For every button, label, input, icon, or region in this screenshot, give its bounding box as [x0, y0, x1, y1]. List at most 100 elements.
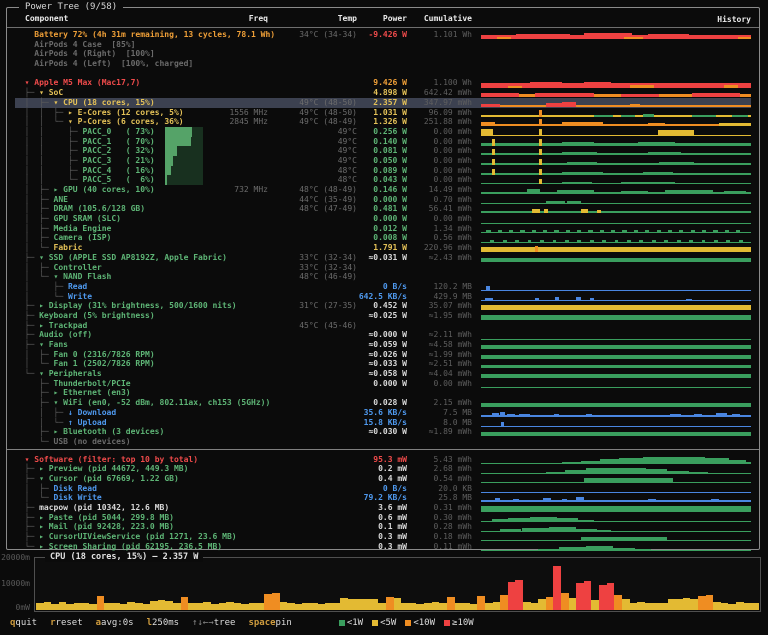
- tree-row[interactable]: │ ├─ Read0 B/s120.2 MB: [15, 282, 751, 292]
- tree-row[interactable]: │ └─ Write642.5 KB/s429.9 MB: [15, 292, 751, 302]
- tree-row[interactable]: │ │ ├─ PACC_1 ( 70%)49°C0.140 W0.00 mWh: [15, 137, 751, 147]
- tree-row[interactable]: └─ ▸ Screen Sharing (pid 62195, 236.5 MB…: [15, 542, 751, 552]
- power-history-bar: [508, 582, 516, 610]
- tree-row[interactable]: │ ├─ ▾ CPU (18 cores, 15%)49°C (48-50)2.…: [15, 98, 751, 108]
- tree-row[interactable]: ├─ ▾ Fans≈0.059 W≈4.58 mWh: [15, 340, 751, 350]
- component-cell: │ │ ├─ PACC_4 ( 16%): [15, 166, 203, 176]
- power-history-bar: [744, 603, 752, 610]
- tree-row[interactable]: │ │ └─ ▾ P-Cores (6 cores, 36%)2845 MHz4…: [15, 117, 751, 127]
- tree-row[interactable]: │ ├─ DRAM (105.6/128 GB)48°C (47-49)0.48…: [15, 204, 751, 214]
- tree-row[interactable]: ├─ ▸ Mail (pid 92428, 223.0 MB)0.1 mW0.2…: [15, 522, 751, 532]
- tree-row[interactable]: │ │ ├─ PACC_0 ( 73%)49°C0.256 W0.00 mWh: [15, 127, 751, 137]
- tree-row[interactable]: │ ├─ ANE44°C (35-49)0.000 W0.70 mWh: [15, 195, 751, 205]
- tree-row[interactable]: ▾ Software (filter: top 10 by total)95.3…: [15, 455, 751, 465]
- tree-row[interactable]: │ ├─ Disk Read0 B/s20.0 KB: [15, 484, 751, 494]
- tree-row[interactable]: ├─ Keyboard (5% brightness)≈0.025 W≈1.95…: [15, 311, 751, 321]
- tree-row[interactable]: │ ├─ Controller33°C (32-34): [15, 263, 751, 273]
- tree-row[interactable]: ├─ ▾ SoC4.898 W642.42 mWh: [15, 88, 751, 98]
- collapse-icon[interactable]: ▾: [25, 455, 35, 464]
- expand-icon[interactable]: ▸: [54, 185, 64, 194]
- tree-row[interactable]: │ │ ├─ ▸ E-Cores (12 cores, 5%)1556 MHz4…: [15, 108, 751, 118]
- expand-icon[interactable]: ▸: [39, 532, 49, 541]
- tree-row[interactable]: ├─ ▾ SSD (APPLE SSD AP8192Z, Apple Fabri…: [15, 253, 751, 263]
- tree-lines: ├─: [15, 427, 54, 436]
- expand-icon[interactable]: ▸: [39, 542, 49, 551]
- tree-row[interactable]: ├─ ▸ Bluetooth (3 devices)≈0.030 W≈1.89 …: [15, 427, 751, 437]
- tree-lines: ├─: [15, 253, 39, 262]
- expand-icon[interactable]: ▸: [39, 321, 49, 330]
- collapse-icon[interactable]: ▾: [39, 88, 49, 97]
- tree-lines: │ │ ├─: [15, 146, 82, 155]
- tree-row[interactable]: │ ├─ Media Engine0.012 W1.34 mWh: [15, 224, 751, 234]
- tree-row[interactable]: │ ├─ ▸ GPU (40 cores, 10%)732 MHz48°C (4…: [15, 185, 751, 195]
- tree-row[interactable]: ├─ ▸ CursorUIViewService (pid 1271, 23.6…: [15, 532, 751, 542]
- tree-row[interactable]: │ ├─ ↓ Download35.6 KB/s7.5 MB: [15, 408, 751, 418]
- tree-row[interactable]: AirPods 4 (Left) [100%, charged]: [15, 59, 751, 69]
- tree-row[interactable]: ├─ macpow (pid 10342, 12.6 MB)3.6 mW0.31…: [15, 503, 751, 513]
- tree-row[interactable]: │ └─ Fan 1 (2502/7826 RPM)≈0.033 W≈2.51 …: [15, 359, 751, 369]
- tree-lines: │ └─: [15, 243, 54, 252]
- legend-label: <5W: [380, 617, 396, 629]
- expand-icon[interactable]: ▸: [68, 108, 78, 117]
- collapse-icon[interactable]: ▾: [39, 369, 49, 378]
- tree-row[interactable]: ├─ ▸ Display (31% brightness, 500/1600 n…: [15, 301, 751, 311]
- power-history-bar: [150, 601, 158, 610]
- expand-icon[interactable]: ▸: [54, 427, 64, 436]
- tree-row[interactable]: └─ ▾ Peripherals≈0.058 W≈4.04 mWh: [15, 369, 751, 379]
- collapse-icon[interactable]: ▾: [39, 253, 49, 262]
- expand-icon[interactable]: ▸: [39, 464, 49, 473]
- collapse-icon[interactable]: ▾: [54, 98, 64, 107]
- expand-icon[interactable]: ▸: [39, 522, 49, 531]
- history-sparkline: [481, 389, 751, 398]
- legend-item: <10W: [405, 617, 435, 629]
- collapse-icon[interactable]: ▾: [54, 398, 64, 407]
- tree-row[interactable]: │ └─ ↑ Upload15.8 KB/s8.0 MB: [15, 418, 751, 428]
- expand-icon[interactable]: ▸: [39, 513, 49, 522]
- hotkey: space: [248, 618, 275, 628]
- tree-row[interactable]: ├─ ▸ Trackpad45°C (45-46): [15, 321, 751, 331]
- tree-row[interactable]: │ ├─ Camera (ISP)0.008 W0.56 mWh: [15, 233, 751, 243]
- component-label: Mail (pid 92428, 223.0 MB): [49, 522, 174, 531]
- tree-row[interactable]: ├─ ▸ Preview (pid 44672, 449.3 MB)0.2 mW…: [15, 464, 751, 474]
- tree-row[interactable]: │ │ ├─ PACC_4 ( 16%)48°C0.089 W0.00 mWh: [15, 166, 751, 176]
- tree-row[interactable]: ├─ ▸ Ethernet (en3): [15, 388, 751, 398]
- tree-row[interactable]: │ └─ Fabric1.791 W220.96 mWh: [15, 243, 751, 253]
- tree-row[interactable]: │ ├─ GPU SRAM (SLC)0.000 W0.00 mWh: [15, 214, 751, 224]
- tree-row[interactable]: │ └─ Disk Write79.2 KB/s25.8 MB: [15, 493, 751, 503]
- history-sparkline: [481, 253, 751, 262]
- tree-row[interactable]: ├─ Audio (off)≈0.000 W≈2.11 mWh: [15, 330, 751, 340]
- tree-row[interactable]: │ │ ├─ PACC_3 ( 21%)49°C0.050 W0.00 mWh: [15, 156, 751, 166]
- tree-row[interactable]: └─ USB (no devices): [15, 437, 751, 447]
- tree-row[interactable]: ├─ ▾ Cursor (pid 67669, 1.22 GB)0.4 mW0.…: [15, 474, 751, 484]
- collapse-icon[interactable]: ▾: [39, 474, 49, 483]
- component-cell: ├─ ▾ WiFi (en0, -52 dBm, 802.11ax, ch153…: [15, 398, 270, 408]
- collapse-icon[interactable]: ▾: [39, 340, 49, 349]
- tree-row[interactable]: ├─ ▸ Paste (pid 5044, 299.8 MB)0.6 mW0.3…: [15, 513, 751, 523]
- expand-icon[interactable]: ▸: [54, 388, 64, 397]
- collapse-icon[interactable]: ▾: [54, 272, 64, 281]
- tree-row[interactable]: Battery 72% (4h 31m remaining, 13 cycles…: [15, 30, 751, 40]
- component-label: Camera (ISP): [54, 233, 112, 242]
- collapse-icon[interactable]: ▾: [25, 78, 35, 87]
- history-sparkline: [481, 350, 751, 359]
- tree-row[interactable]: AirPods 4 Case [85%]: [15, 40, 751, 50]
- power-history-bar: [546, 597, 554, 610]
- core-usage-gauge: [165, 166, 203, 176]
- tree-row[interactable]: │ └─ ▾ NAND Flash48°C (46-49): [15, 272, 751, 282]
- tree-row[interactable]: │ │ └─ PACC_5 ( 6%)48°C0.043 W0.00 mWh: [15, 175, 751, 185]
- power-history-bar: [340, 598, 348, 610]
- collapse-icon[interactable]: ▾: [68, 117, 78, 126]
- tree-row[interactable]: ▾ Apple M5 Max (Mac17,7)9.426 W1.100 Wh: [15, 78, 751, 88]
- tree-row[interactable]: AirPods 4 (Right) [100%]: [15, 49, 751, 59]
- tree-lines: ├─: [15, 379, 54, 388]
- tree-row[interactable]: ├─ ▾ WiFi (en0, -52 dBm, 802.11ax, ch153…: [15, 398, 751, 408]
- tree-row[interactable]: │ ├─ Fan 0 (2316/7826 RPM)≈0.026 W≈1.99 …: [15, 350, 751, 360]
- core-usage-gauge: [165, 175, 203, 185]
- component-label: E-Cores (12 cores, 5%): [78, 108, 184, 117]
- power-history-bar: [188, 603, 196, 611]
- tree-row[interactable]: │ │ ├─ PACC_2 ( 32%)49°C0.081 W0.00 mWh: [15, 146, 751, 156]
- cumulative-cell: 251.88 mWh: [392, 117, 472, 127]
- tree-row[interactable]: ├─ Thunderbolt/PCIe0.000 W0.00 mWh: [15, 379, 751, 389]
- hotkey-hint-avg-0s: aavg:0s: [96, 617, 134, 629]
- expand-icon[interactable]: ▸: [39, 301, 49, 310]
